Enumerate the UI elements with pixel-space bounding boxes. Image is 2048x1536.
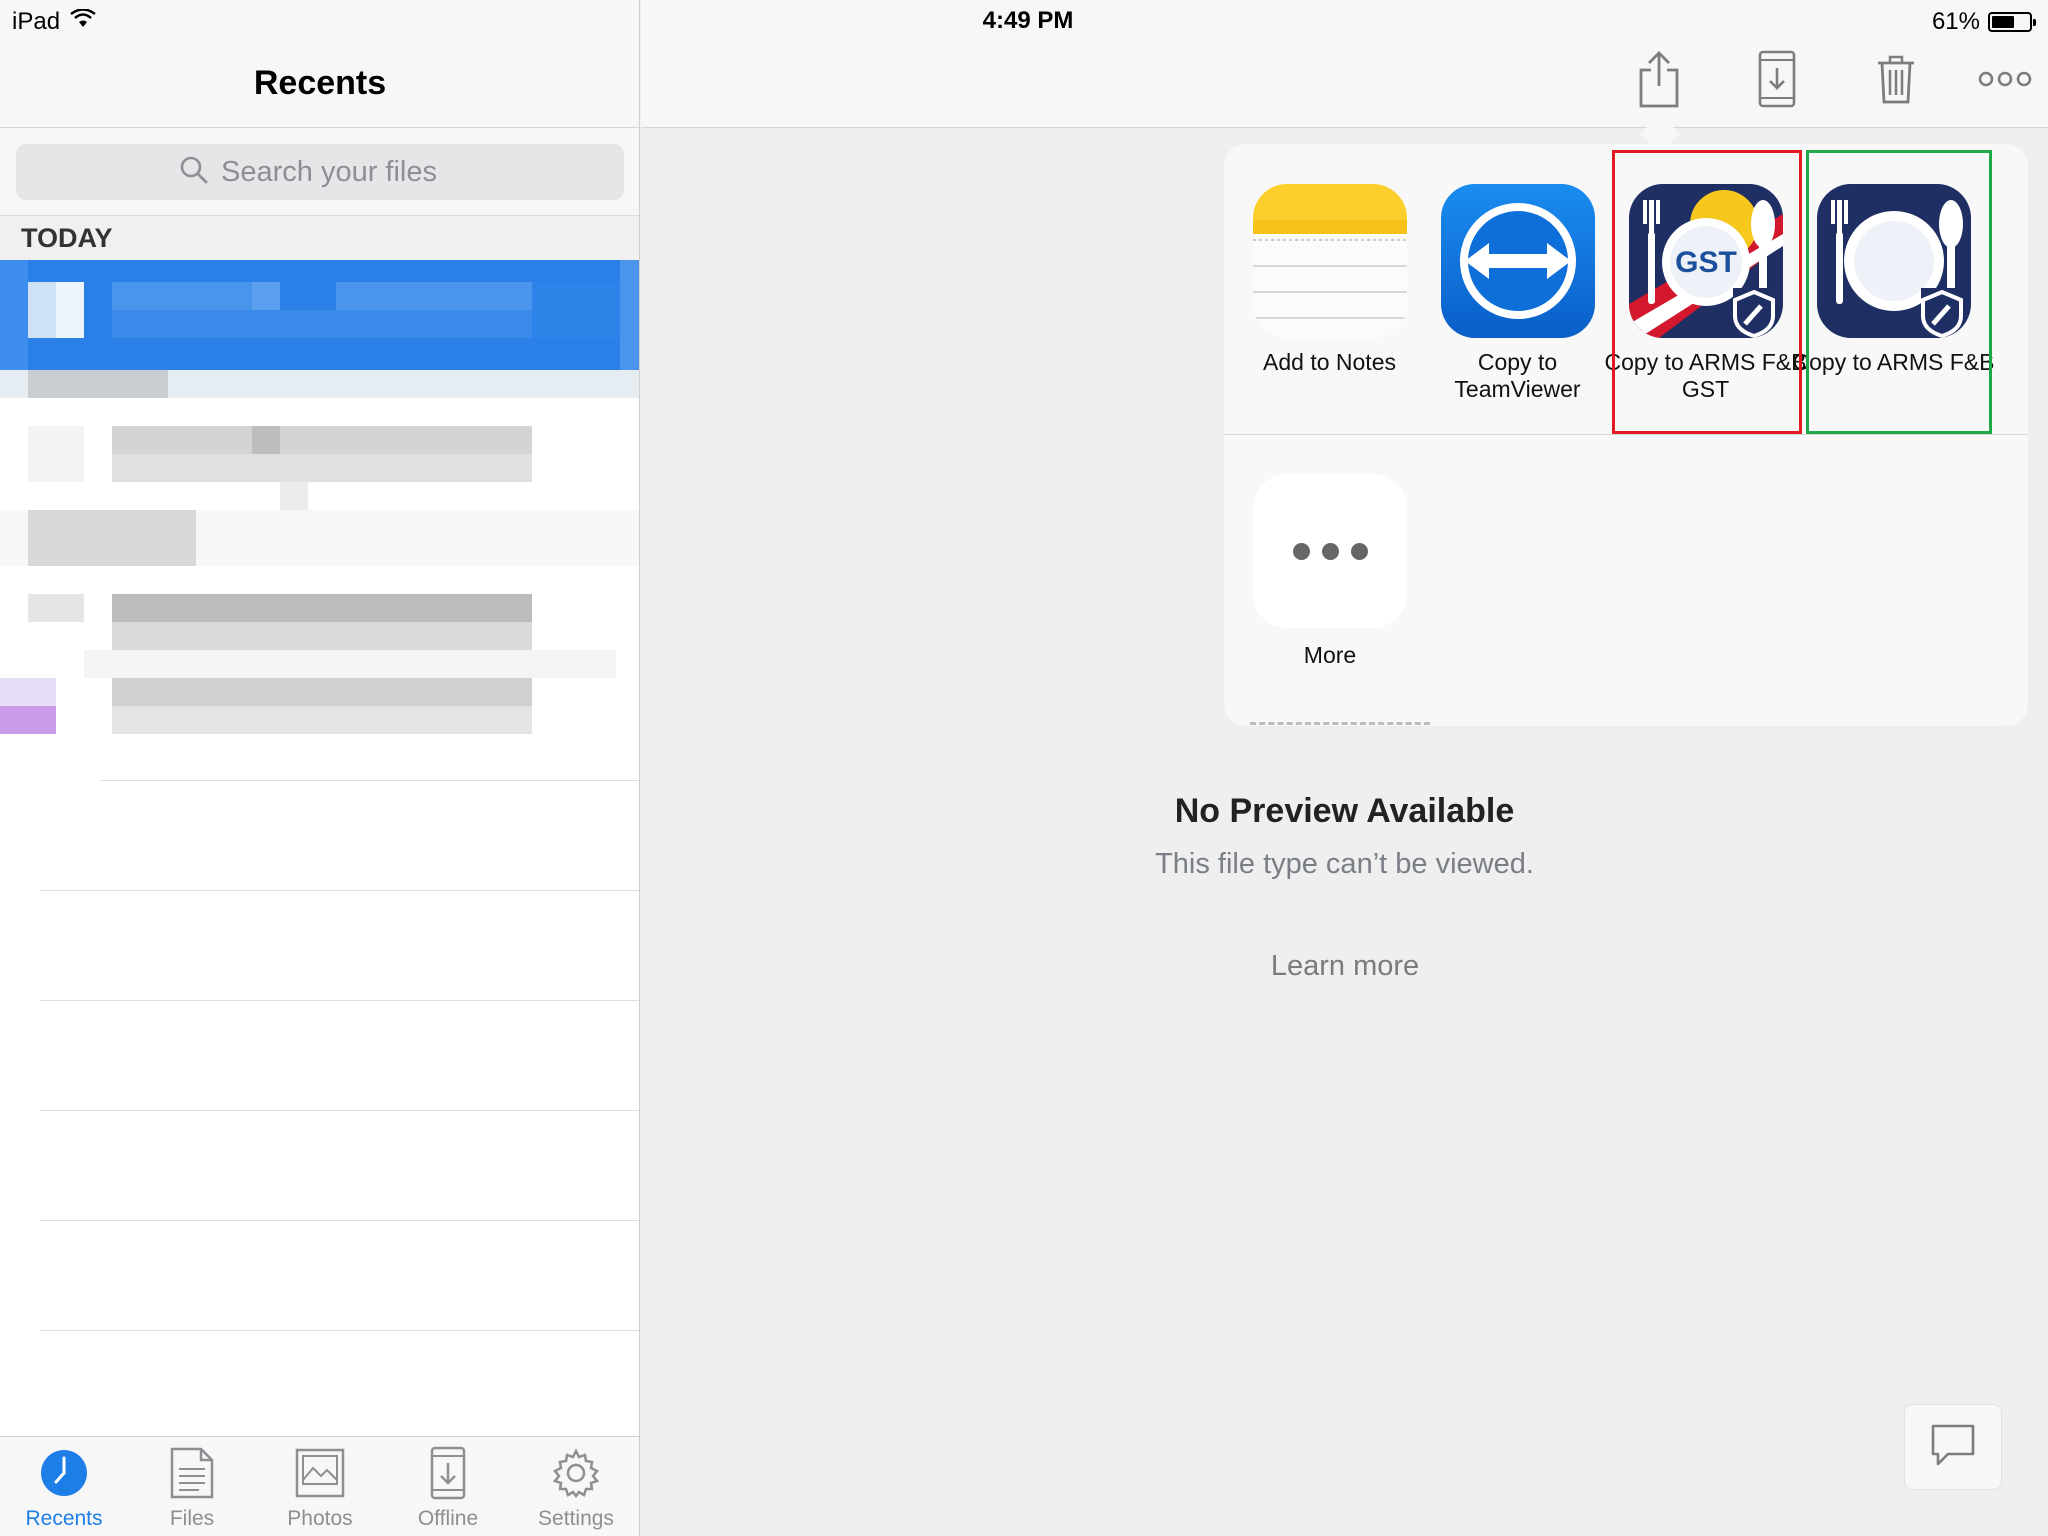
battery-icon [1988, 12, 2036, 32]
tab-settings[interactable]: Settings [512, 1437, 639, 1536]
tab-offline[interactable]: Offline [384, 1437, 512, 1536]
save-to-device-button[interactable] [1747, 46, 1807, 116]
tab-recents[interactable]: Recents [0, 1437, 128, 1536]
dashed-edge [1250, 722, 1430, 726]
more-label: More [1303, 642, 1357, 668]
tab-label: Recents [25, 1507, 103, 1530]
photo-icon [294, 1447, 346, 1499]
tab-photos[interactable]: Photos [256, 1437, 384, 1536]
document-icon [166, 1447, 218, 1499]
delete-button[interactable] [1866, 46, 1926, 116]
preview-subtitle: This file type can’t be viewed. [1155, 848, 1534, 880]
share-app-add-to-notes[interactable]: Add to Notes [1224, 144, 1412, 434]
battery-level [1992, 16, 2014, 28]
share-app-copy-to-teamviewer[interactable]: Copy to TeamViewer [1412, 144, 1600, 434]
tab-label: Offline [417, 1507, 479, 1530]
share-sheet-divider [1224, 434, 2028, 435]
teamviewer-app-icon [1441, 184, 1595, 338]
status-time: 4:49 PM [982, 7, 1074, 34]
list-separator [40, 1330, 639, 1331]
gear-icon [550, 1447, 602, 1499]
file-row[interactable] [0, 370, 639, 510]
offline-download-icon [422, 1446, 474, 1500]
page-title: Recents [253, 64, 387, 102]
list-separator [40, 1000, 639, 1001]
feedback-button[interactable] [1904, 1404, 2002, 1490]
share-icon [1637, 50, 1681, 113]
search-icon [179, 155, 209, 190]
file-row[interactable] [0, 510, 639, 650]
search-bar-container [0, 128, 639, 216]
list-separator [100, 780, 639, 781]
learn-more-link[interactable]: Learn more [1230, 950, 1460, 983]
tab-label: Photos [287, 1507, 353, 1530]
search-box[interactable] [16, 144, 624, 200]
file-row[interactable] [0, 650, 639, 780]
tab-bar: Recents Files Photos Offline Settings [0, 1436, 639, 1536]
tab-label: Settings [538, 1507, 614, 1530]
section-header-today: TODAY [0, 216, 639, 260]
trash-icon [1876, 54, 1916, 109]
search-input[interactable] [221, 155, 461, 189]
save-to-device-icon [1758, 50, 1796, 113]
share-button[interactable] [1629, 46, 1689, 116]
preview-title: No Preview Available [1174, 792, 1515, 830]
more-dots-icon [1253, 474, 1407, 628]
status-right: 61% [1931, 8, 2036, 36]
notes-app-icon [1253, 184, 1407, 338]
tab-files[interactable]: Files [128, 1437, 256, 1536]
highlight-box-red [1612, 150, 1802, 434]
more-options-button[interactable] [1965, 46, 2045, 116]
share-more-button[interactable]: More [1253, 474, 1413, 694]
list-separator [40, 1110, 639, 1111]
chat-bubble-icon [1930, 1422, 1976, 1473]
tab-label: Files [169, 1507, 215, 1530]
status-bar: iPad 4:49 PM 61% [0, 0, 2048, 40]
clock-icon [38, 1447, 90, 1499]
highlight-box-green [1806, 150, 1992, 434]
battery-percent: 61% [1931, 8, 1980, 35]
share-app-label: Copy to TeamViewer [1454, 349, 1581, 402]
more-options-icon [1978, 70, 2032, 93]
list-separator [40, 890, 639, 891]
file-browser-panel: Recents TODAY [0, 0, 640, 1536]
file-row-selected[interactable] [0, 260, 639, 370]
list-separator [40, 1220, 639, 1221]
share-app-label: Add to Notes [1263, 349, 1396, 375]
